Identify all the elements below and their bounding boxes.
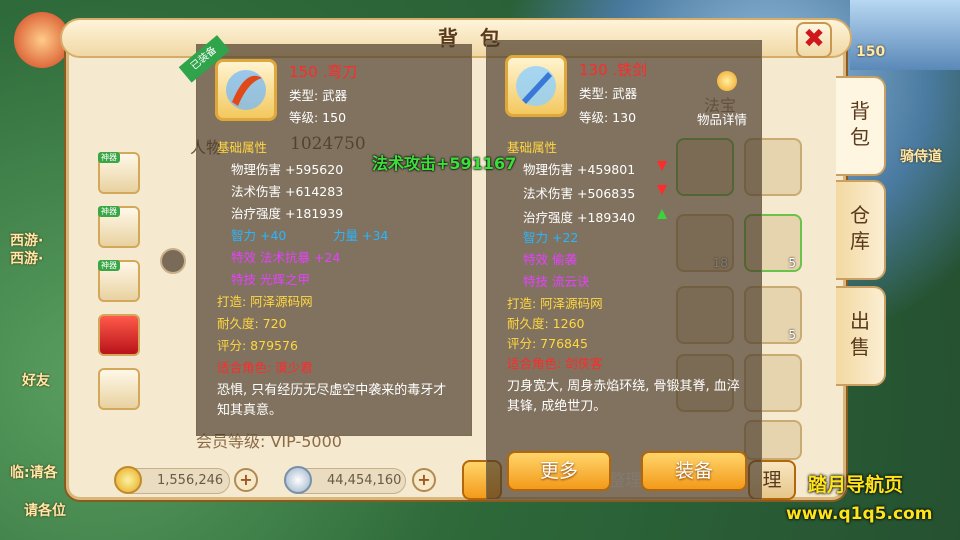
silver-amount: 44,454,160 [327, 473, 402, 488]
equip-slot-charm[interactable] [98, 314, 140, 356]
tab-bag[interactable]: 背包 [836, 76, 886, 176]
chat-line: 西游· [10, 233, 44, 249]
equip-label: 装备 [674, 460, 713, 482]
attr-magic: 法术伤害 +506835 [523, 186, 636, 201]
special-effect: 特效 法术抗暴 +24 [231, 250, 341, 265]
tab-warehouse[interactable]: 仓库 [836, 180, 886, 280]
durability: 耐久度: 1260 [507, 316, 585, 331]
stack-count: 5 [788, 328, 796, 342]
item-detail-link[interactable]: 物品详情 [697, 109, 747, 128]
tab-label: 出售 [850, 309, 870, 359]
item-description: 恐惧, 只有经历无尽虚空中袭来的毒牙才知其真意。 [217, 383, 447, 418]
item-level: 等级: 150 [289, 110, 347, 125]
floating-stat-text: 法术攻击+591167 [372, 154, 517, 173]
durability: 耐久度: 720 [217, 316, 287, 331]
special-effect: 特效 偷袭 [523, 252, 577, 267]
stack-count: 5 [788, 256, 796, 270]
chat-line: 请各位 [24, 503, 66, 519]
equip-slot-necklace[interactable]: 神器 [98, 206, 140, 248]
maker: 打造: 阿泽源码网 [217, 294, 313, 309]
gold-coin-icon [114, 466, 142, 494]
watermark-title: 踏月导航页 [808, 474, 904, 496]
item-name: 150 .弯刀 [289, 63, 358, 81]
chat-line: 临:请各 [10, 465, 58, 481]
score: 评分: 879576 [217, 338, 298, 353]
suitable-role: 适合角色: 剑侠客 [507, 356, 603, 371]
suitable-role: 适合角色: 漠少君 [217, 360, 313, 375]
tab-sell[interactable]: 出售 [836, 286, 886, 386]
attr-physical: 物理伤害 +459801 [523, 162, 636, 177]
coin-badge-icon [717, 71, 737, 91]
more-button[interactable]: 更多 [507, 451, 611, 491]
item-level: 等级: 130 [579, 110, 637, 125]
item-name: 130 .铁剑 [579, 61, 648, 79]
close-button[interactable]: ✖ [796, 22, 832, 58]
equip-slot-weapon[interactable] [98, 368, 140, 410]
curved-blade-icon [215, 59, 277, 121]
chat-line: 骑侍道 [900, 149, 942, 165]
arrow-down-icon [657, 161, 667, 171]
organize-label: 理 [762, 469, 782, 491]
friends-button[interactable]: 好友 [22, 370, 50, 390]
special-skill: 特技 光辉之甲 [231, 272, 310, 287]
maker: 打造: 阿泽源码网 [507, 296, 603, 311]
arrow-down-icon [657, 185, 667, 195]
iron-sword-icon [505, 55, 567, 117]
tab-label: 仓库 [850, 203, 870, 253]
add-gold-button[interactable]: + [234, 468, 258, 492]
arrow-up-icon [657, 209, 667, 219]
tab-label: 背包 [850, 99, 870, 149]
score: 评分: 776845 [507, 336, 588, 351]
attr-magic: 法术伤害 +614283 [231, 184, 344, 199]
equip-button[interactable]: 装备 [641, 451, 747, 491]
watermark-url: www.q1q5.com [786, 504, 933, 524]
artifact-tag: 神器 [98, 206, 120, 217]
item-description: 刀身宽大, 周身赤焰环绕, 骨锻其脊, 血淬其锋, 成绝世刀。 [507, 379, 740, 414]
item-type: 类型: 武器 [289, 88, 348, 103]
equip-slot-hat[interactable]: 神器 [98, 152, 140, 194]
artifact-tag: 神器 [98, 152, 120, 163]
close-icon: ✖ [803, 24, 825, 54]
item-type: 类型: 武器 [579, 86, 638, 101]
attr-intelligence: 智力 +22 [523, 230, 579, 245]
artifact-tag: 神器 [98, 260, 120, 271]
game-scene: 150 西游· 西游· 好友 临:请各 请各位 骑侍道 背包 ✖ 背包 仓库 出… [0, 0, 960, 540]
gold-amount: 1,556,246 [157, 473, 224, 488]
section-title: 基础属性 [217, 140, 268, 155]
attr-heal: 治疗强度 +189340 [523, 210, 636, 225]
rotate-left-button[interactable] [160, 248, 186, 274]
more-label: 更多 [539, 460, 578, 482]
compare-item-tooltip: 130 .铁剑 类型: 武器 等级: 130 物品详情 基础属性 物理伤害 +4… [486, 40, 762, 500]
attr-physical: 物理伤害 +595620 [231, 162, 344, 177]
special-skill: 特技 流云诀 [523, 274, 590, 289]
attr-strength: 力量 +34 [333, 228, 389, 243]
equip-slot-shoes[interactable]: 神器 [98, 260, 140, 302]
add-silver-button[interactable]: + [412, 468, 436, 492]
silver-coin-icon [284, 466, 312, 494]
attr-intelligence: 智力 +40 [231, 228, 287, 243]
equipped-item-tooltip: 已装备 150 .弯刀 类型: 武器 等级: 150 基础属性 物理伤害 +59… [178, 35, 472, 436]
attr-heal: 治疗强度 +181939 [231, 206, 344, 221]
chat-line: 西游· [10, 251, 44, 267]
